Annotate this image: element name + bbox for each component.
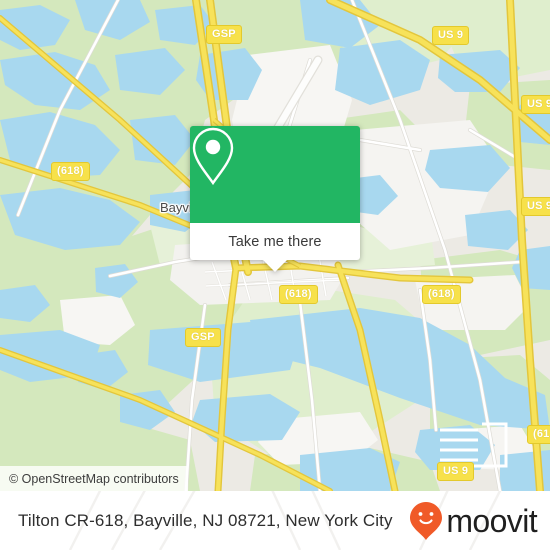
shield-618-center[interactable]: (618) (279, 285, 318, 304)
shield-gsp-top[interactable]: GSP (206, 25, 242, 44)
shield-618-far-right[interactable]: (61 (527, 425, 550, 444)
map-attribution[interactable]: © OpenStreetMap contributors (0, 466, 188, 491)
attribution-text: © OpenStreetMap contributors (9, 471, 179, 486)
shield-us9-right-lower[interactable]: US 9 (521, 197, 550, 216)
moovit-logo[interactable]: moovit (409, 491, 538, 550)
take-me-there-button[interactable]: Take me there (190, 223, 360, 260)
map-canvas[interactable]: Bayville GSP US 9 US 9 (618) US 9 (618) … (0, 0, 550, 491)
moovit-wordmark: moovit (446, 502, 537, 539)
shield-618-right[interactable]: (618) (422, 285, 461, 304)
moovit-map-screenshot: Bayville GSP US 9 US 9 (618) US 9 (618) … (0, 0, 550, 550)
shield-618-left[interactable]: (618) (51, 162, 90, 181)
shield-gsp-bottom[interactable]: GSP (185, 328, 221, 347)
popup-pointer-tail (263, 260, 287, 272)
address-text: Tilton CR-618, Bayville, NJ 08721, New Y… (18, 510, 393, 530)
take-me-there-label: Take me there (228, 233, 322, 250)
location-popup-card[interactable]: Take me there (190, 126, 360, 272)
popup-header (190, 126, 360, 223)
map-pin-icon (192, 127, 234, 186)
moovit-smiley-pin-icon (410, 501, 443, 540)
shield-us9-right-upper[interactable]: US 9 (521, 95, 550, 114)
shield-us9-bottom[interactable]: US 9 (437, 462, 475, 481)
footer-bar: Tilton CR-618, Bayville, NJ 08721, New Y… (0, 491, 550, 550)
shield-us9-top[interactable]: US 9 (432, 26, 470, 45)
